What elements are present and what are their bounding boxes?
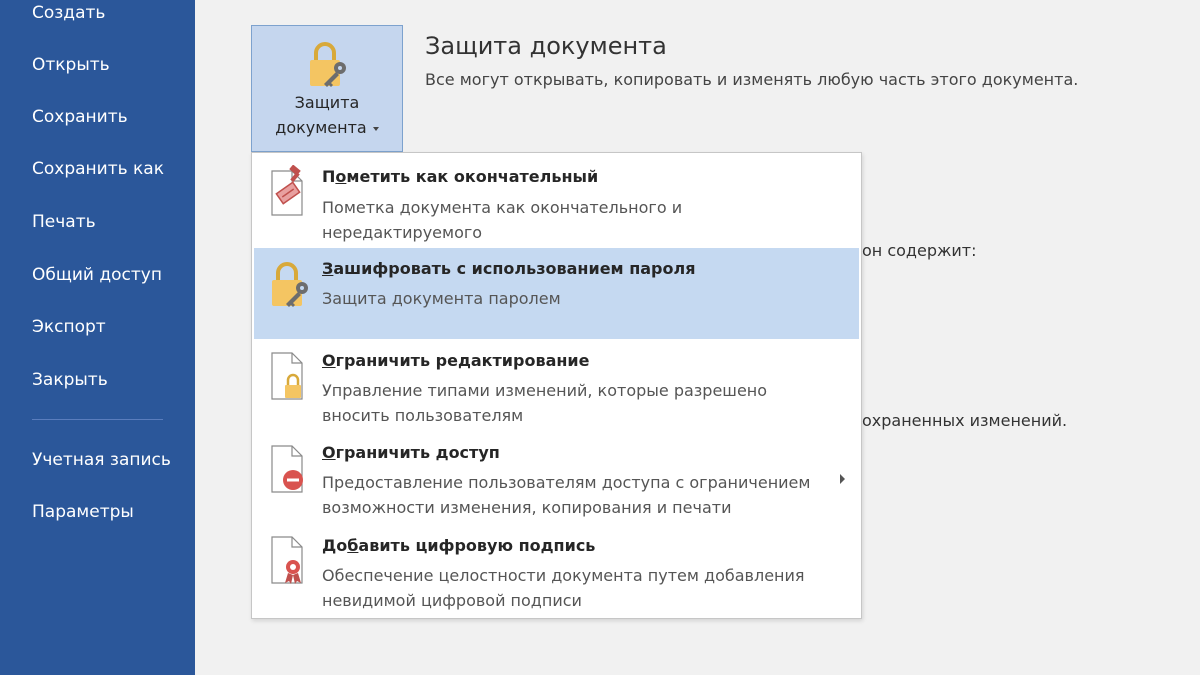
background-text-contains: он содержит:	[862, 241, 977, 260]
menu-item-encrypt-password[interactable]: Зашифровать с использованием пароля Защи…	[254, 248, 859, 339]
nav-item-open[interactable]: Открыть	[32, 54, 110, 76]
sidebar-divider	[32, 419, 163, 420]
menu-item-restrict-access[interactable]: Ограничить доступ Предоставление пользов…	[254, 434, 859, 526]
restrict-edit-icon	[271, 352, 303, 400]
lock-key-icon	[310, 42, 346, 87]
menu-item-title: Пометить как окончательный	[322, 167, 599, 186]
nav-item-close[interactable]: Закрыть	[32, 369, 108, 391]
menu-item-description: Управление типами изменений, которые раз…	[322, 381, 768, 425]
restrict-access-icon	[271, 445, 303, 493]
nav-item-account[interactable]: Учетная запись	[32, 449, 171, 471]
menu-item-title: Зашифровать с использованием пароля	[322, 259, 696, 278]
menu-item-title: Добавить цифровую подпись	[322, 536, 596, 555]
digital-signature-icon	[271, 536, 303, 584]
nav-item-print[interactable]: Печать	[32, 211, 96, 233]
menu-item-title: Ограничить редактирование	[322, 351, 590, 370]
lock-key-icon	[272, 262, 308, 307]
backstage-sidebar: Создать Открыть Сохранить Сохранить как …	[0, 0, 195, 675]
menu-item-digital-signature[interactable]: Добавить цифровую подпись Обеспечение це…	[254, 528, 859, 616]
menu-item-description: Защита документа паролем	[322, 289, 561, 308]
menu-item-description: Пометка документа как окончательного и н…	[322, 198, 683, 242]
final-stamp-icon	[271, 165, 303, 216]
section-title: Защита документа	[425, 32, 667, 60]
dropdown-caret-icon	[372, 126, 379, 131]
menu-item-description: Предоставление пользователям доступа с о…	[322, 473, 811, 517]
background-text-unsaved: охраненных изменений.	[862, 411, 1068, 430]
section-description: Все могут открывать, копировать и изменя…	[425, 70, 1079, 89]
nav-item-save[interactable]: Сохранить	[32, 106, 128, 128]
menu-item-mark-final[interactable]: Пометить как окончательный Пометка докум…	[254, 155, 859, 246]
menu-item-restrict-editing[interactable]: Ограничить редактирование Управление тип…	[254, 341, 859, 432]
nav-item-export[interactable]: Экспорт	[32, 316, 106, 338]
nav-item-save-as[interactable]: Сохранить как	[32, 158, 164, 180]
protect-document-menu: Пометить как окончательный Пометка докум…	[251, 152, 862, 619]
protect-button-label-line2: документа	[252, 117, 402, 139]
menu-item-description: Обеспечение целостности документа путем …	[322, 566, 805, 610]
protect-button-label-line1: Защита	[294, 93, 360, 112]
menu-item-title: Ограничить доступ	[322, 443, 500, 462]
protect-document-button[interactable]: Защита документа	[251, 25, 403, 152]
nav-item-share[interactable]: Общий доступ	[32, 264, 162, 286]
nav-item-options[interactable]: Параметры	[32, 501, 134, 523]
nav-item-new[interactable]: Создать	[32, 2, 105, 24]
submenu-arrow-icon	[840, 474, 845, 484]
